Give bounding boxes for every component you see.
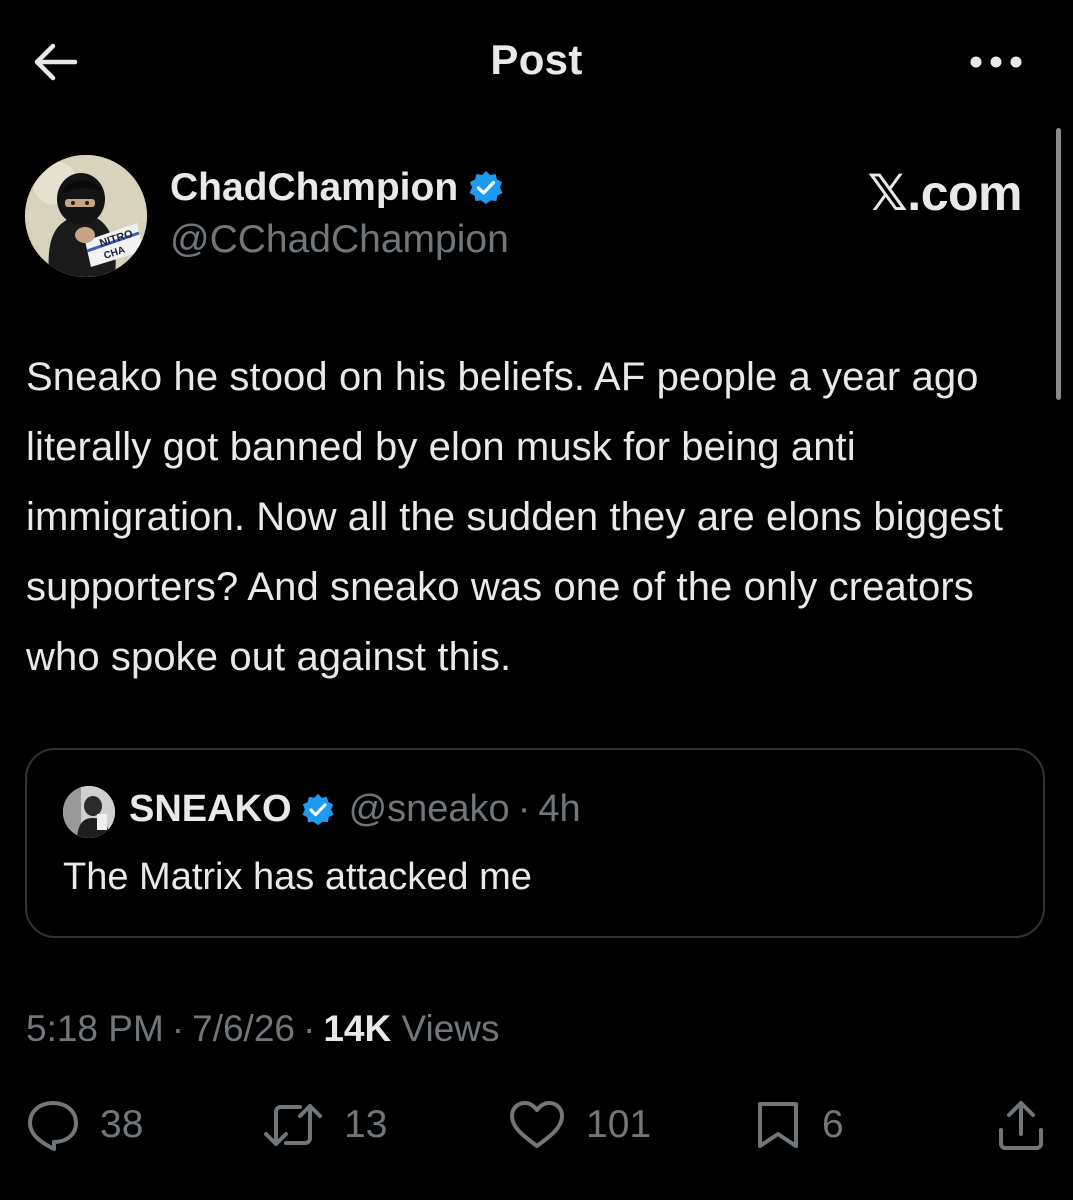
post-meta: 5:18 PM · 7/6/26 · 14K Views xyxy=(26,1008,500,1050)
post-time: 5:18 PM xyxy=(26,1008,164,1049)
more-options-button[interactable] xyxy=(960,40,1032,84)
action-bar: 38 13 101 6 xyxy=(0,1090,1073,1160)
like-button[interactable]: 101 xyxy=(508,1090,651,1160)
reply-button[interactable]: 38 xyxy=(26,1090,143,1160)
author-avatar[interactable]: NITRO CHA xyxy=(25,155,147,277)
views-count[interactable]: 14K xyxy=(323,1008,391,1049)
heart-icon xyxy=(508,1099,566,1151)
quoted-post[interactable]: SNEAKO @sneako · 4h The Matrix has attac… xyxy=(25,748,1045,938)
page-title: Post xyxy=(490,36,583,83)
scrollbar[interactable] xyxy=(1056,128,1061,400)
post-text: Sneako he stood on his beliefs. AF peopl… xyxy=(26,355,1004,679)
reply-icon xyxy=(26,1099,80,1151)
share-button[interactable] xyxy=(994,1090,1048,1160)
repost-button[interactable]: 13 xyxy=(262,1090,387,1160)
author-name[interactable]: ChadChampion xyxy=(170,166,504,210)
quoted-author-handle: @sneako xyxy=(348,788,510,830)
bookmark-count: 6 xyxy=(822,1103,844,1146)
share-icon xyxy=(994,1098,1048,1152)
like-count: 101 xyxy=(586,1103,652,1146)
separator-dot: · xyxy=(517,788,531,830)
separator-dot: · xyxy=(303,1008,316,1049)
bookmark-button[interactable]: 6 xyxy=(754,1090,844,1160)
bookmark-icon xyxy=(754,1098,802,1152)
author-name-text: ChadChampion xyxy=(170,166,459,209)
more-horizontal-icon xyxy=(968,55,1024,69)
quoted-post-header: SNEAKO @sneako · 4h xyxy=(129,788,581,831)
quoted-post-text: The Matrix has attacked me xyxy=(63,856,532,898)
x-logo: 𝕏.com xyxy=(867,165,1023,221)
views-label: Views xyxy=(401,1008,500,1049)
repost-count: 13 xyxy=(344,1103,388,1146)
quoted-author-avatar[interactable] xyxy=(63,786,115,838)
repost-icon xyxy=(262,1100,324,1150)
verified-badge-icon xyxy=(468,170,504,206)
separator-dot: · xyxy=(171,1008,185,1049)
author-handle[interactable]: @CChadChampion xyxy=(170,218,509,262)
quoted-post-time: 4h xyxy=(538,788,581,830)
verified-badge-icon xyxy=(301,793,335,827)
post-date: 7/6/26 xyxy=(192,1008,295,1049)
reply-count: 38 xyxy=(100,1103,144,1146)
top-bar: Post xyxy=(0,0,1073,120)
quoted-author-name: SNEAKO xyxy=(129,788,292,830)
